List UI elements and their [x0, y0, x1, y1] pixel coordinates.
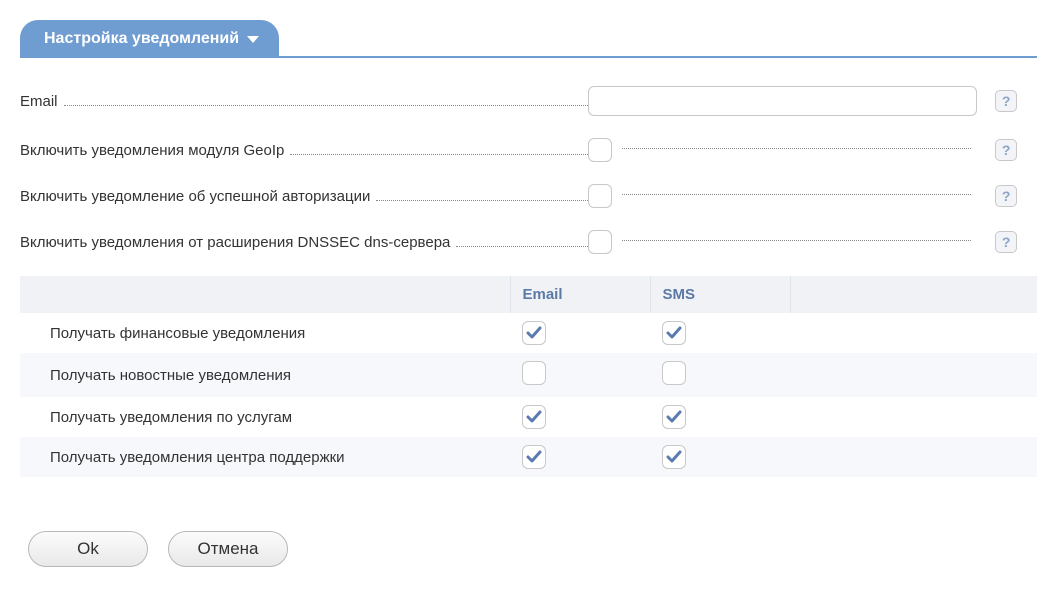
checkbox-dnssec[interactable] [588, 230, 612, 254]
notifications-table: Email SMS Получать финансовые уведомлени… [20, 276, 1037, 477]
checkbox-email[interactable] [522, 361, 546, 385]
table-row: Получать уведомления по услугам [20, 397, 1037, 437]
checkbox-sms[interactable] [662, 321, 686, 345]
tab-bar: Настройка уведомлений [20, 20, 1037, 58]
button-row: Ok Отмена [20, 531, 1037, 567]
row-label: Получать уведомления центра поддержки [20, 437, 510, 477]
checkbox-email[interactable] [522, 445, 546, 469]
chevron-down-icon [247, 36, 259, 43]
row-label: Получать уведомления по услугам [20, 397, 510, 437]
row-geoip: Включить уведомления модуля GeoIp ? [20, 138, 1037, 162]
row-label: Получать финансовые уведомления [20, 313, 510, 353]
help-icon[interactable]: ? [995, 139, 1017, 161]
email-input[interactable] [588, 86, 977, 116]
col-header-spacer [790, 276, 1037, 313]
tab-title: Настройка уведомлений [44, 30, 239, 48]
checkbox-geoip[interactable] [588, 138, 612, 162]
help-icon[interactable]: ? [995, 90, 1017, 112]
table-row: Получать новостные уведомления [20, 353, 1037, 397]
checkbox-sms[interactable] [662, 405, 686, 429]
row-dnssec: Включить уведомления от расширения DNSSE… [20, 230, 1037, 254]
table-row: Получать уведомления центра поддержки [20, 437, 1037, 477]
tab-notification-settings[interactable]: Настройка уведомлений [20, 20, 279, 56]
col-header-desc [20, 276, 510, 313]
col-header-email[interactable]: Email [510, 276, 650, 313]
checkbox-email[interactable] [522, 321, 546, 345]
checkbox-email[interactable] [522, 405, 546, 429]
row-auth: Включить уведомление об успешной авториз… [20, 184, 1037, 208]
checkbox-auth[interactable] [588, 184, 612, 208]
help-icon[interactable]: ? [995, 231, 1017, 253]
label-email: Email [20, 93, 64, 110]
label-dnssec: Включить уведомления от расширения DNSSE… [20, 234, 456, 251]
col-header-sms[interactable]: SMS [650, 276, 790, 313]
table-row: Получать финансовые уведомления [20, 313, 1037, 353]
label-auth: Включить уведомление об успешной авториз… [20, 188, 376, 205]
checkbox-sms[interactable] [662, 361, 686, 385]
row-email: Email ? [20, 86, 1037, 116]
cancel-button[interactable]: Отмена [168, 531, 288, 567]
ok-button[interactable]: Ok [28, 531, 148, 567]
label-geoip: Включить уведомления модуля GeoIp [20, 142, 290, 159]
help-icon[interactable]: ? [995, 185, 1017, 207]
checkbox-sms[interactable] [662, 445, 686, 469]
row-label: Получать новостные уведомления [20, 353, 510, 397]
